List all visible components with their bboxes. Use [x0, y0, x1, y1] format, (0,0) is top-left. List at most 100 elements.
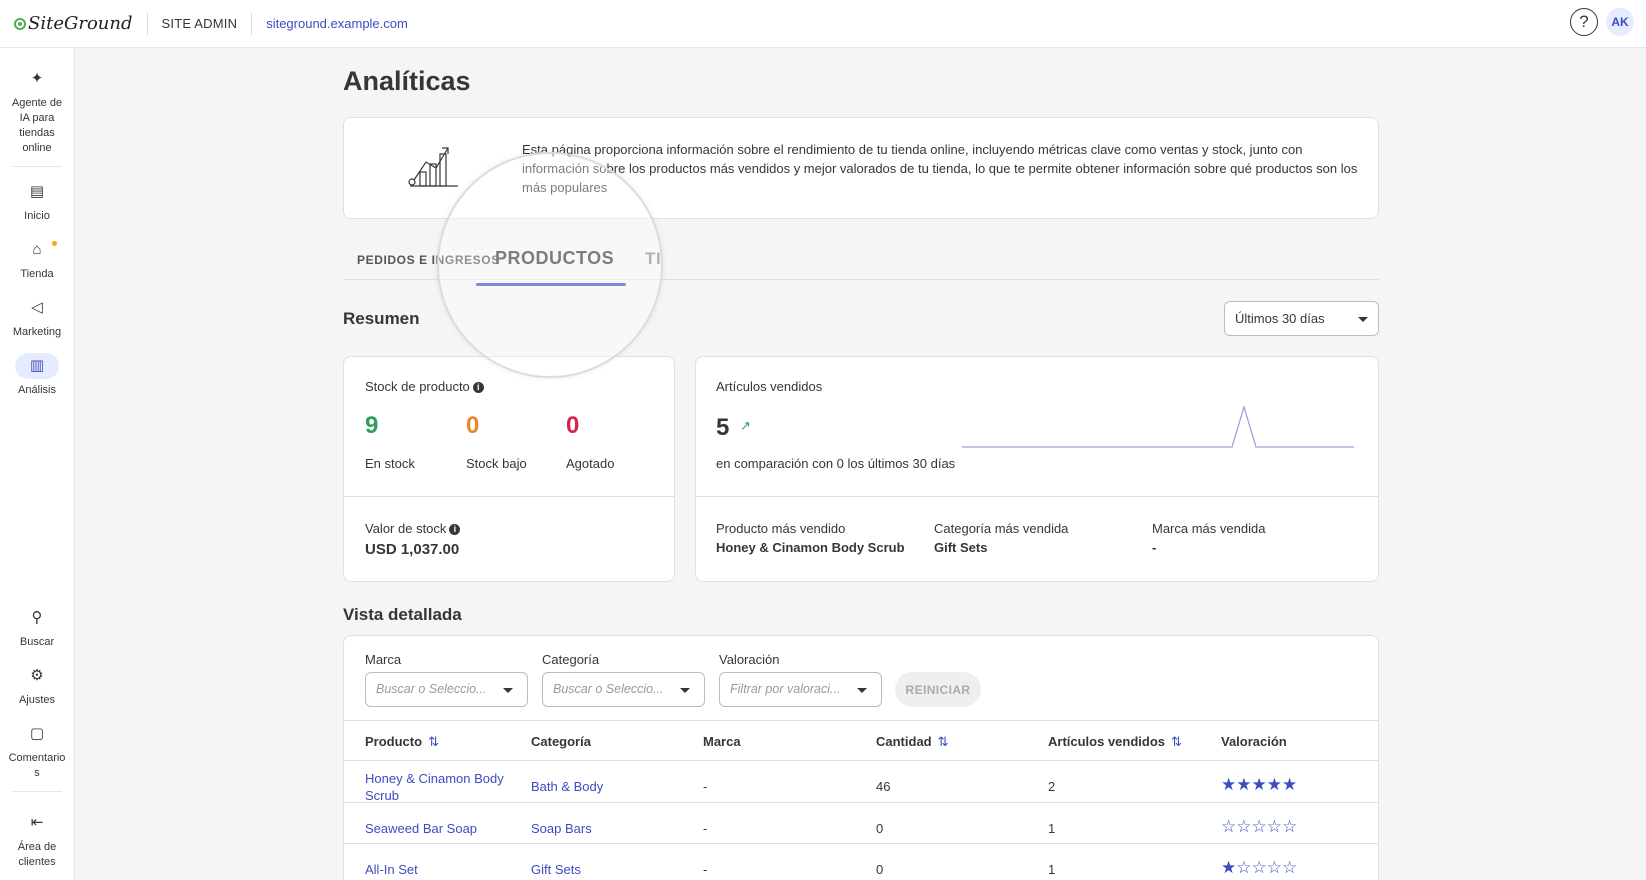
- sidebar-item-tienda[interactable]: ⌂ Tienda: [0, 237, 74, 282]
- column-header-articulos-vendidos[interactable]: Artículos vendidos ⇅: [1048, 734, 1182, 750]
- sidebar-item-area-clientes[interactable]: ⇤ Área de clientes: [0, 810, 74, 870]
- quantity-cell: 0: [876, 821, 884, 836]
- site-admin-label: SITE ADMIN: [161, 16, 238, 31]
- top-category-value: Gift Sets: [934, 540, 988, 555]
- category-link[interactable]: Soap Bars: [531, 820, 592, 837]
- brand-cell: -: [703, 862, 708, 877]
- summary-title: Resumen: [343, 309, 420, 328]
- sidebar-item-comentarios[interactable]: ▢ Comentarios: [0, 721, 74, 781]
- items-sold-card: Artículos vendidos 5 ↗ en comparación co…: [695, 356, 1379, 582]
- divider: [146, 12, 148, 35]
- items-sold-value: 5: [716, 414, 730, 441]
- info-icon[interactable]: i: [472, 382, 484, 393]
- dashboard-icon: ▤: [29, 183, 45, 200]
- sort-icon[interactable]: ⇅: [428, 734, 439, 749]
- avatar[interactable]: AK: [1606, 8, 1634, 36]
- siteground-logo[interactable]: SiteGround: [14, 13, 133, 34]
- rating-stars: ☆☆☆☆☆: [1221, 817, 1297, 837]
- star-empty-icon: ☆: [1236, 858, 1252, 877]
- items-sold-label: Artículos vendidos: [716, 379, 823, 394]
- table-divider: [344, 720, 1378, 721]
- rating-stars: ★☆☆☆☆: [1221, 858, 1297, 878]
- star-empty-icon: ☆: [1266, 817, 1282, 836]
- sidebar-item-marketing[interactable]: ◁ Marketing: [0, 295, 74, 340]
- sold-cell: 1: [1048, 821, 1056, 836]
- sidebar-item-analisis[interactable]: ▥ Análisis: [0, 353, 74, 398]
- star-empty-icon: ☆: [1266, 858, 1282, 877]
- sidebar-item-buscar[interactable]: ⚲ Buscar: [0, 605, 74, 650]
- info-icon[interactable]: i: [449, 524, 461, 535]
- divider: [251, 12, 253, 35]
- out-of-stock-label: Agotado: [566, 456, 615, 471]
- sidebar-item-label: Ajustes: [18, 694, 56, 706]
- reset-button[interactable]: REINICIAR: [895, 672, 981, 707]
- product-link[interactable]: Honey & Cinamon Body Scrub: [365, 770, 515, 804]
- period-select[interactable]: Últimos 30 días: [1224, 301, 1379, 336]
- sidebar-item-ajustes[interactable]: ⚙ Ajustes: [0, 663, 74, 708]
- star-empty-icon: ☆: [1221, 817, 1237, 836]
- top-category-label: Categoría más vendida: [934, 521, 1069, 536]
- logo-text: SiteGround: [28, 13, 133, 34]
- product-link[interactable]: All-In Set: [365, 861, 418, 878]
- site-domain-link[interactable]: siteground.example.com: [266, 16, 408, 31]
- column-header-label: Producto: [365, 734, 423, 749]
- sidebar-item-label: Área de clientes: [17, 841, 57, 868]
- logo-icon: [14, 17, 26, 30]
- star-empty-icon: ☆: [1236, 817, 1252, 836]
- rating-filter-select[interactable]: Filtrar por valoraci...: [719, 672, 882, 707]
- brand-filter-placeholder: Buscar o Seleccio...: [376, 682, 487, 696]
- detail-title: Vista detallada: [343, 605, 462, 624]
- low-stock-label: Stock bajo: [466, 456, 527, 471]
- top-brand-label: Marca más vendida: [1152, 521, 1266, 536]
- star-filled-icon: ★: [1282, 775, 1298, 794]
- column-header-producto[interactable]: Producto ⇅: [365, 734, 439, 750]
- rating-filter-placeholder: Filtrar por valoraci...: [730, 682, 841, 696]
- column-header-valoracion: Valoración: [1221, 734, 1287, 749]
- sort-icon[interactable]: ⇅: [938, 734, 949, 749]
- column-header-categoria: Categoría: [531, 734, 591, 749]
- search-icon: ⚲: [31, 609, 43, 626]
- rating-filter-label: Valoración: [719, 652, 780, 667]
- chevron-down-icon: [503, 688, 513, 693]
- brand-cell: -: [703, 779, 708, 794]
- stock-label: Stock de producto i: [365, 379, 484, 394]
- sidebar-item-ai-agent[interactable]: ✦ Agente de IA para tiendas online: [0, 66, 74, 156]
- sidebar-item-label: Marketing: [12, 326, 62, 338]
- gear-icon: ⚙: [30, 667, 44, 684]
- in-stock-label: En stock: [365, 456, 415, 471]
- exit-icon: ⇤: [30, 814, 44, 831]
- sidebar-divider: [12, 791, 62, 792]
- sparkle-icon: ✦: [30, 70, 44, 87]
- sidebar-item-label: Agente de IA para tiendas online: [11, 97, 63, 154]
- chevron-down-icon: [1358, 317, 1368, 322]
- trend-up-icon: ↗: [740, 418, 751, 433]
- sidebar-item-inicio[interactable]: ▤ Inicio: [0, 179, 74, 224]
- category-filter-label: Categoría: [542, 652, 600, 667]
- sort-icon[interactable]: ⇅: [1171, 734, 1182, 749]
- quantity-cell: 46: [876, 779, 891, 794]
- column-header-cantidad[interactable]: Cantidad ⇅: [876, 734, 949, 750]
- category-filter-select[interactable]: Buscar o Seleccio...: [542, 672, 705, 707]
- stock-value-label: Valor de stock i: [365, 521, 461, 536]
- chevron-down-icon: [857, 688, 867, 693]
- category-link[interactable]: Gift Sets: [531, 861, 581, 878]
- table-divider: [344, 843, 1378, 844]
- detail-card: Marca Buscar o Seleccio... Categoría Bus…: [343, 635, 1379, 880]
- category-link[interactable]: Bath & Body: [531, 778, 603, 795]
- star-filled-icon: ★: [1221, 858, 1237, 877]
- analytics-illustration-icon: [408, 147, 458, 187]
- sidebar-item-label: Tienda: [20, 268, 54, 280]
- intro-text: Esta página proporciona información sobr…: [522, 142, 1358, 195]
- stock-value: USD 1,037.00: [365, 541, 460, 558]
- low-stock-value: 0: [466, 412, 480, 439]
- help-icon[interactable]: ?: [1570, 8, 1598, 36]
- sold-cell: 1: [1048, 862, 1056, 877]
- period-select-value: Últimos 30 días: [1235, 311, 1325, 326]
- chart-icon: ▥: [15, 353, 59, 379]
- column-header-marca: Marca: [703, 734, 741, 749]
- table-divider: [344, 802, 1378, 803]
- comparison-text: en comparación con 0 los últimos 30 días: [716, 456, 956, 471]
- brand-filter-select[interactable]: Buscar o Seleccio...: [365, 672, 528, 707]
- product-link[interactable]: Seaweed Bar Soap: [365, 820, 477, 837]
- star-filled-icon: ★: [1266, 775, 1282, 794]
